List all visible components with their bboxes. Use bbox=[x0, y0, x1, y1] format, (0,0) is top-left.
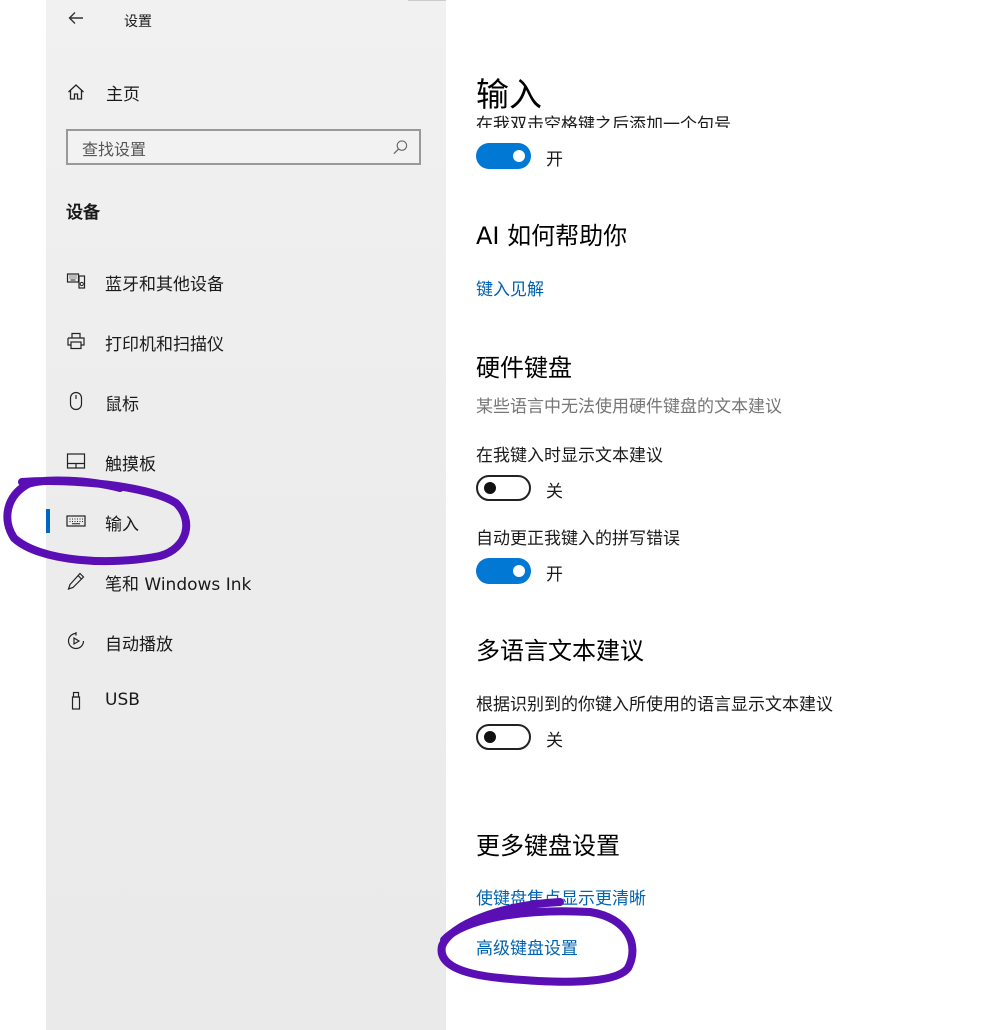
mouse-icon bbox=[69, 391, 83, 411]
search-box[interactable] bbox=[66, 129, 421, 165]
more-keyboard-settings-heading: 更多键盘设置 bbox=[476, 832, 620, 860]
left-margin bbox=[0, 0, 46, 1030]
multilingual-toggle[interactable]: 关 bbox=[476, 723, 676, 751]
toggle-switch[interactable] bbox=[476, 143, 531, 169]
multilingual-heading: 多语言文本建议 bbox=[476, 637, 644, 665]
sidebar-item-bluetooth[interactable]: 蓝牙和其他设备 bbox=[46, 259, 446, 303]
sidebar-item-label: 输入 bbox=[105, 515, 139, 535]
main-content: 在我双击空格键之后添加一个句号 输入 开 AI 如何帮助你 键入见解 硬件键盘 … bbox=[446, 0, 981, 1030]
toggle-switch[interactable] bbox=[476, 558, 531, 584]
toggle-state: 关 bbox=[546, 731, 563, 751]
typing-insights-link[interactable]: 键入见解 bbox=[476, 275, 544, 300]
app-title: 设置 bbox=[124, 14, 152, 30]
show-suggestions-toggle[interactable]: 关 bbox=[476, 474, 676, 502]
sidebar-item-touchpad[interactable]: 触摸板 bbox=[46, 439, 446, 483]
pen-icon bbox=[67, 572, 85, 590]
sidebar: 设置 主页 设备 蓝牙和其他设备 打印机和扫描仪 bbox=[46, 0, 446, 1030]
sidebar-item-usb[interactable]: USB bbox=[46, 679, 446, 723]
keyboard-focus-link[interactable]: 使键盘焦点显示更清晰 bbox=[476, 884, 646, 909]
sidebar-item-autoplay[interactable]: 自动播放 bbox=[46, 619, 446, 663]
sidebar-item-label: 自动播放 bbox=[105, 635, 173, 655]
autoplay-icon bbox=[67, 632, 85, 650]
page-title: 输入 bbox=[476, 75, 542, 114]
sidebar-item-label: 触摸板 bbox=[105, 455, 156, 475]
advanced-keyboard-settings-link[interactable]: 高级键盘设置 bbox=[476, 934, 578, 959]
touchpad-icon bbox=[66, 453, 86, 469]
toggle-state: 开 bbox=[546, 565, 563, 585]
ai-heading: AI 如何帮助你 bbox=[476, 222, 628, 250]
toggle-switch[interactable] bbox=[476, 724, 531, 750]
back-arrow-icon[interactable] bbox=[66, 8, 86, 28]
section-title: 设备 bbox=[66, 203, 100, 223]
hardware-keyboard-heading: 硬件键盘 bbox=[476, 354, 572, 382]
sidebar-item-typing[interactable]: 输入 bbox=[46, 499, 446, 543]
home-nav-item[interactable]: 主页 bbox=[66, 78, 426, 106]
hardware-keyboard-description: 某些语言中无法使用硬件键盘的文本建议 bbox=[476, 397, 782, 417]
search-icon[interactable] bbox=[392, 139, 409, 156]
autocorrect-label: 自动更正我键入的拼写错误 bbox=[476, 529, 680, 549]
period-after-double-space-toggle[interactable]: 开 bbox=[476, 142, 676, 170]
usb-icon bbox=[71, 691, 81, 710]
title-bar: 设置 bbox=[46, 0, 446, 40]
home-label: 主页 bbox=[106, 85, 140, 105]
home-icon bbox=[68, 84, 84, 100]
sidebar-item-label: USB bbox=[105, 690, 140, 710]
show-suggestions-label: 在我键入时显示文本建议 bbox=[476, 446, 663, 466]
selection-indicator bbox=[46, 509, 50, 533]
sidebar-item-pen[interactable]: 笔和 Windows Ink bbox=[46, 559, 446, 603]
sidebar-item-mouse[interactable]: 鼠标 bbox=[46, 379, 446, 423]
printer-icon bbox=[67, 332, 85, 350]
sidebar-item-label: 蓝牙和其他设备 bbox=[105, 275, 224, 295]
multilingual-label: 根据识别到的你键入所使用的语言显示文本建议 bbox=[476, 695, 833, 715]
search-input[interactable] bbox=[80, 137, 384, 161]
autocorrect-toggle[interactable]: 开 bbox=[476, 557, 676, 585]
toggle-switch[interactable] bbox=[476, 475, 531, 501]
bluetooth-devices-icon bbox=[66, 273, 86, 289]
sidebar-item-printers[interactable]: 打印机和扫描仪 bbox=[46, 319, 446, 363]
sidebar-item-label: 鼠标 bbox=[105, 395, 139, 415]
toggle-state: 开 bbox=[546, 150, 563, 170]
keyboard-icon bbox=[66, 515, 86, 527]
sidebar-item-label: 笔和 Windows Ink bbox=[105, 575, 252, 595]
sidebar-item-label: 打印机和扫描仪 bbox=[105, 335, 224, 355]
toggle-state: 关 bbox=[546, 482, 563, 502]
